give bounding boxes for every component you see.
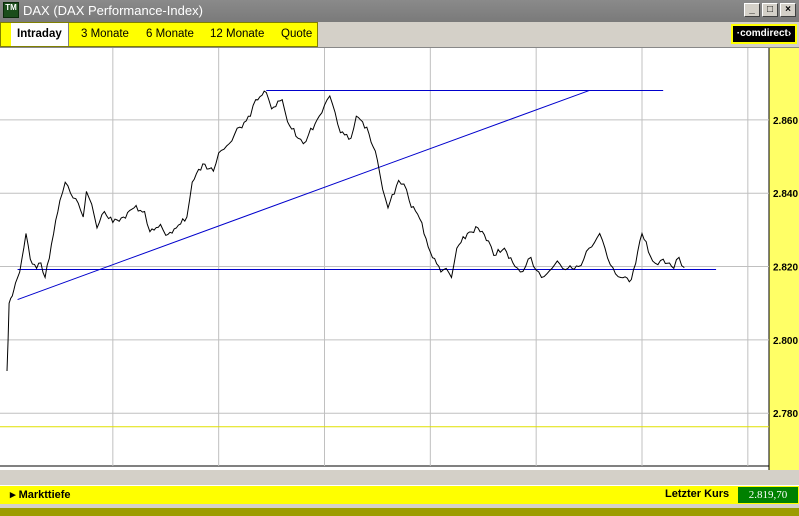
x-tick-label: 10: [109, 469, 121, 470]
window-title: DAX (DAX Performance-Index): [23, 3, 203, 18]
y-tick-label: 2.780: [773, 409, 798, 420]
tab-quote[interactable]: Quote: [281, 23, 312, 46]
y-tick-label: 2.820: [773, 263, 798, 274]
tab-12-monate[interactable]: 12 Monate: [210, 23, 264, 46]
last-price-value: 2.819,70: [738, 487, 798, 503]
x-tick-label: 13: [426, 469, 438, 470]
maximize-button[interactable]: □: [762, 3, 778, 17]
tab-intraday[interactable]: Intraday: [11, 23, 69, 46]
x-tick-label: 9: [4, 469, 10, 470]
tab-6-monate[interactable]: 6 Monate: [146, 23, 194, 46]
markttiefe-link[interactable]: ▸ Markttiefe: [10, 488, 71, 501]
y-tick-label: 2.800: [773, 336, 798, 347]
chart-area: 9 10 11 12 13 14 15 16 2.780 2.800 2.820 2.840 2.86…: [0, 48, 799, 481]
close-button[interactable]: ×: [780, 3, 796, 17]
price-chart: 9 10 11 12 13 14 15 16 2.780 2.800 2.820 2.840 2.86…: [0, 48, 799, 481]
status-bar: ▸ Markttiefe Letzter Kurs 2.819,70: [0, 485, 799, 504]
minimize-button[interactable]: _: [744, 3, 760, 17]
x-tick-label: 16: [744, 469, 756, 470]
plot-background: [0, 48, 769, 470]
x-tick-label: 11: [215, 469, 227, 470]
x-tick-label: 12: [321, 469, 333, 470]
tab-strip: Intraday 3 Monate 6 Monate 12 Monate Quo…: [0, 22, 318, 47]
last-price-label: Letzter Kurs: [665, 488, 730, 500]
x-tick-label: 15: [638, 469, 650, 470]
markttiefe-label: Markttiefe: [18, 489, 71, 501]
y-tick-label: 2.860: [773, 116, 798, 127]
comdirect-logo: ·comdirect›: [731, 24, 797, 44]
x-tick-label: 14: [532, 469, 545, 470]
y-axis-panel: [769, 48, 799, 470]
tab-3-monate[interactable]: 3 Monate: [81, 23, 129, 46]
y-tick-label: 2.840: [773, 189, 798, 200]
app-icon: TM: [3, 2, 19, 18]
bottom-stripe: [0, 508, 799, 516]
tab-bar: Intraday 3 Monate 6 Monate 12 Monate Quo…: [0, 22, 799, 47]
title-bar: TM DAX (DAX Performance-Index) _ □ ×: [0, 0, 799, 22]
